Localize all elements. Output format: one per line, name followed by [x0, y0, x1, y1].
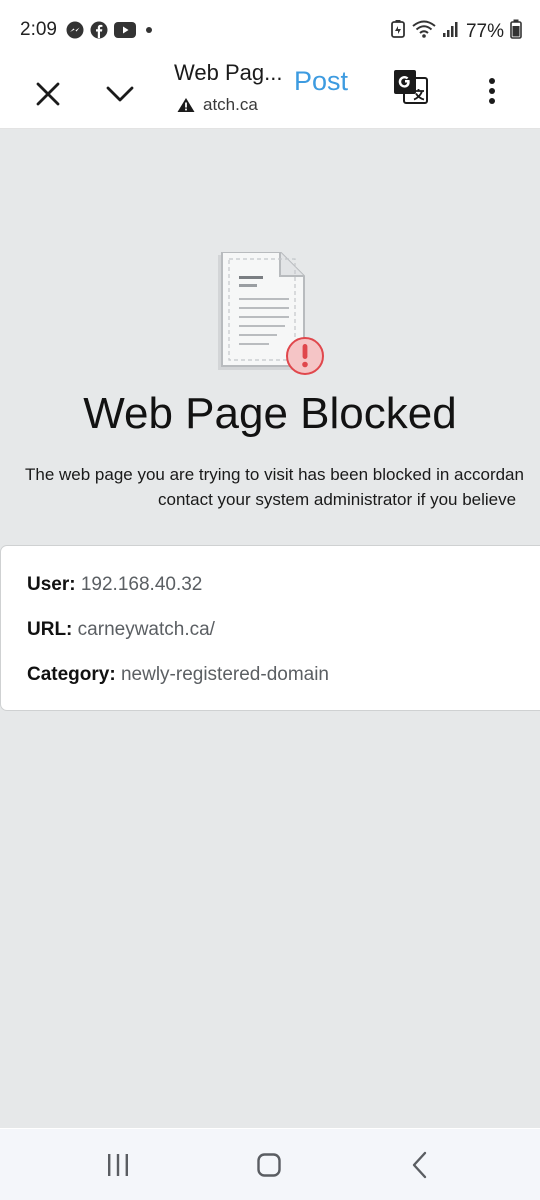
user-row: User: 192.168.40.32: [27, 574, 202, 596]
messenger-icon: [66, 21, 84, 44]
home-icon: [257, 1153, 281, 1177]
page-url: atch.ca: [203, 95, 258, 114]
recents-icon: [108, 1154, 128, 1176]
warning-icon: [177, 98, 195, 112]
user-value: 192.168.40.32: [80, 574, 203, 595]
notification-icons: [66, 21, 156, 44]
block-details-card: User: 192.168.40.32 URL: carneywatch.ca/…: [0, 545, 540, 711]
signal-icon: [442, 20, 460, 43]
translate-icon: [394, 70, 428, 104]
url-row-detail: URL: carneywatch.ca/: [27, 619, 215, 641]
blocked-description-line-1: The web page you are trying to visit has…: [25, 465, 524, 484]
translate-button[interactable]: [390, 66, 432, 108]
status-time: 2:09: [20, 19, 57, 40]
status-bar: 2:09 77%: [0, 0, 540, 60]
more-options-button[interactable]: [470, 66, 514, 116]
url-label: URL:: [27, 619, 73, 640]
blocked-heading: Web Page Blocked: [83, 389, 457, 438]
youtube-icon: [114, 22, 136, 43]
chevron-down-icon: [106, 86, 134, 102]
battery-icon: [510, 19, 522, 44]
facebook-icon: [90, 21, 108, 44]
system-navigation-bar: [0, 1129, 540, 1200]
battery-saver-icon: [390, 19, 406, 44]
url-value: carneywatch.ca/: [77, 619, 215, 640]
recents-button[interactable]: [96, 1147, 140, 1183]
dot-icon: [142, 23, 156, 42]
more-vert-icon: [489, 78, 495, 104]
category-value: newly-registered-domain: [120, 664, 330, 685]
user-label: User:: [27, 574, 76, 595]
back-icon: [412, 1151, 427, 1179]
battery-percentage: 77%: [465, 20, 504, 42]
minimize-button[interactable]: [97, 68, 143, 120]
category-label: Category:: [27, 664, 116, 685]
wifi-icon: [412, 19, 436, 44]
close-icon: [36, 82, 60, 106]
close-button[interactable]: [26, 68, 70, 120]
url-row[interactable]: atch.ca: [177, 95, 258, 115]
home-button[interactable]: [247, 1147, 291, 1183]
blocked-page: Web Page Blocked The web page you are tr…: [0, 129, 540, 1128]
back-button[interactable]: [398, 1147, 442, 1183]
blocked-document-icon: [218, 252, 324, 375]
system-icons: 77%: [390, 19, 522, 44]
browser-toolbar: Web Pag... atch.ca Post: [0, 60, 540, 129]
category-row: Category: newly-registered-domain: [27, 664, 329, 686]
blocked-description-line-2: contact your system administrator if you…: [158, 490, 517, 509]
post-button[interactable]: Post: [294, 66, 348, 97]
page-title: Web Pag...: [174, 60, 283, 85]
